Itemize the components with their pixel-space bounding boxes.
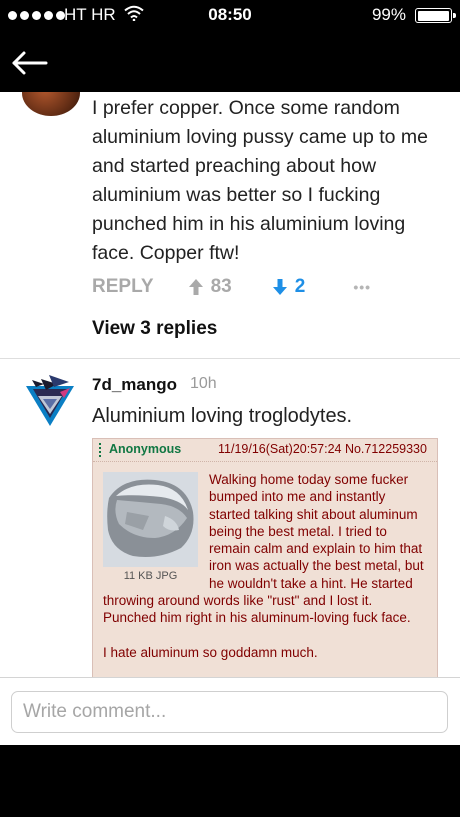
poster-name: Anonymous [109,442,182,456]
comment-timestamp: 10h [190,375,217,392]
attached-image[interactable]: Anonymous 11/19/16(Sat)20:57:24 No.71225… [92,438,438,677]
post-date: 11/19/16(Sat)20:57:24 No.712259330 [218,442,427,456]
comment-text: Aluminium loving troglodytes. [92,405,353,427]
status-bar: HT HR 08:50 99% [0,0,460,30]
battery-icon [415,8,456,23]
back-arrow-icon[interactable] [10,48,50,78]
comments-list[interactable]: I prefer copper. Once some random alumin… [0,92,460,677]
view-replies-link[interactable]: View 3 replies [92,318,217,340]
nav-bar [0,30,460,92]
reply-button[interactable]: REPLY [92,276,154,298]
avatar[interactable] [24,372,76,428]
divider [0,358,460,359]
downvote-button[interactable]: 2 [272,276,306,298]
upvote-button[interactable]: 83 [188,276,232,298]
battery-percent: 99% [371,5,406,24]
post-checkbox [99,443,103,457]
comment-text: I prefer copper. Once some random alumin… [92,97,428,264]
post-paragraph: I hate aluminum so goddamn much. [103,644,318,660]
arrow-down-icon [272,279,287,295]
more-options-button[interactable]: ••• [353,279,371,295]
username[interactable]: 7d_mango [92,375,177,395]
downvote-count: 2 [294,276,306,297]
comment-input[interactable] [11,691,448,733]
arrow-up-icon [188,279,203,295]
comment-actions: REPLY 83 2 ••• [92,276,371,298]
comment-composer [0,677,460,745]
upvote-count: 83 [210,276,232,297]
post-body: Walking home today some fucker bumped in… [103,471,428,661]
avatar[interactable] [22,92,80,116]
post-header: Anonymous 11/19/16(Sat)20:57:24 No.71225… [93,439,437,462]
